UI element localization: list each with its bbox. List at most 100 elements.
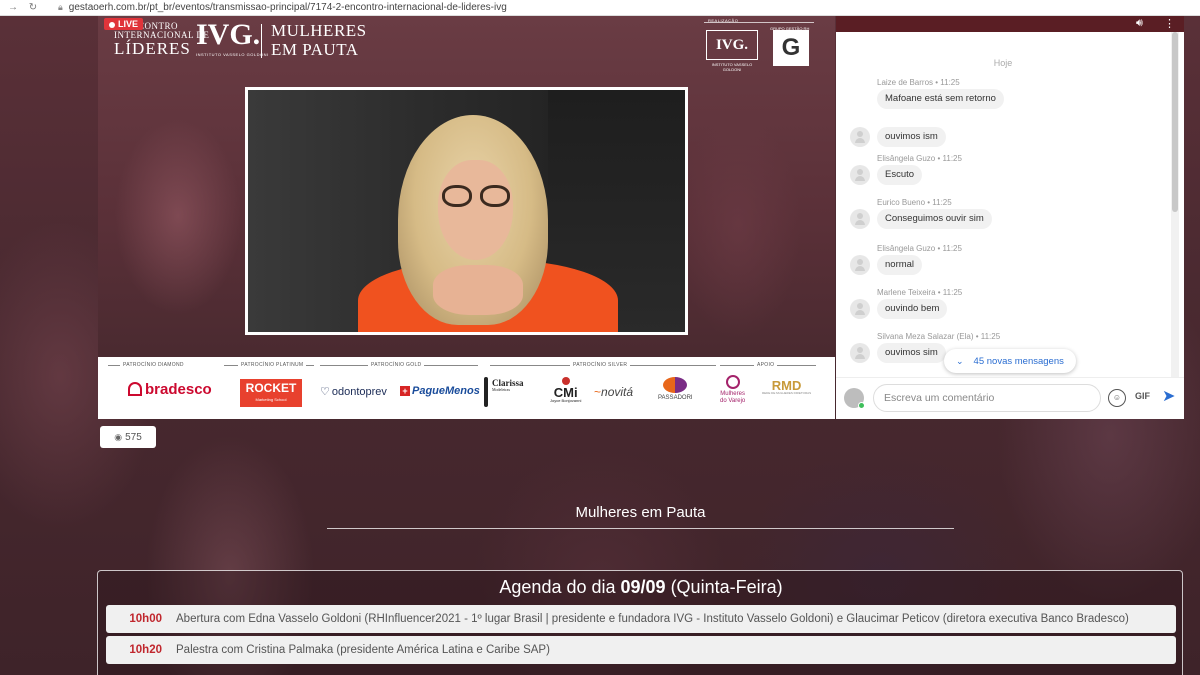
rmd-sub: REDE DE MULHERES DIRETORAS xyxy=(762,391,812,395)
ivg-logo-sub: INSTITUTO VASSELO GOLDONI xyxy=(196,52,269,57)
live-label: LIVE xyxy=(118,19,139,29)
chat-message-author: Marlene Teixeira • 11:25 xyxy=(877,288,963,297)
chat-message-list[interactable]: Hoje Laize de Barros • 11:25 Mafoane está… xyxy=(836,32,1170,377)
sponsor-cat-silver: PATROCÍNIO SILVER xyxy=(570,362,631,368)
chat-message[interactable]: ouvimos ism xyxy=(850,126,1170,148)
passadori-logo: PASSADORI xyxy=(658,377,693,402)
tooth-icon: ♡ xyxy=(320,386,330,398)
agenda-title-prefix: Agenda do dia xyxy=(499,577,621,597)
new-messages-button[interactable]: ⌄ 45 novas mensagens xyxy=(944,349,1076,373)
chat-message[interactable]: Eurico Bueno • 11:25 Conseguimos ouvir si… xyxy=(850,198,1170,230)
chat-message-bubble: Conseguimos ouvir sim xyxy=(877,209,992,229)
chat-composer: ☺ GIF ➤ xyxy=(836,377,1184,419)
paguemenos-text: PagueMenos xyxy=(412,385,480,397)
rocket-logo: ROCKET Marketing School xyxy=(240,379,302,407)
agenda-item-desc: Palestra com Cristina Palmaka (president… xyxy=(176,644,550,656)
chat-message[interactable]: Laize de Barros • 11:25 Mafoane está sem … xyxy=(850,78,1170,110)
gif-button[interactable]: GIF xyxy=(1135,391,1150,401)
sponsors-bar: PATROCÍNIO DIAMOND PATROCÍNIO PLATINUM P… xyxy=(98,357,835,419)
cmi-logo: CMi Joyce Bonjovanni xyxy=(550,377,581,403)
novita-logo: ~novitá xyxy=(594,385,633,399)
agenda-box: Agenda do dia 09/09 (Quinta-Feira) 10h00… xyxy=(97,570,1183,675)
agenda-title: Agenda do dia 09/09 (Quinta-Feira) xyxy=(98,577,1184,598)
chat-message-row: normal xyxy=(850,254,1170,276)
speaker-hands xyxy=(433,265,523,315)
bradesco-logo: bradesco xyxy=(128,381,212,398)
viewer-count-badge: ◉ 575 xyxy=(100,426,156,448)
agenda-item-desc: Abertura com Edna Vasselo Goldoni (RHInf… xyxy=(176,613,1129,625)
section-title: Mulheres em Pauta xyxy=(575,504,706,521)
clarissa-logo: Clarissa Modeleiras xyxy=(484,377,524,407)
forward-icon[interactable]: → xyxy=(6,2,20,13)
avatar xyxy=(850,343,870,363)
chat-message-time: • 11:25 xyxy=(973,332,1001,341)
chat-message-time: • 11:25 xyxy=(935,244,962,253)
chat-scrollbar[interactable] xyxy=(1171,32,1179,377)
chat-scrollbar-thumb[interactable] xyxy=(1172,32,1178,212)
more-vertical-icon[interactable]: ⋮ xyxy=(1164,17,1175,30)
chat-message-time: • 11:25 xyxy=(935,154,962,163)
chat-message-time: • 11:25 xyxy=(933,78,960,87)
clarissa-sub: Modeleiras xyxy=(492,387,510,392)
mulheres-varejo-logo: Mulheres do Varejo xyxy=(720,375,745,404)
chat-message-author: Silvana Meza Salazar (Ela) • 11:25 xyxy=(877,332,1001,341)
video-player[interactable]: 2º ENCONTRO INTERNACIONAL DE LÍDERES LIV… xyxy=(98,16,835,419)
passadori-bubble-icon xyxy=(663,377,688,393)
live-badge: LIVE xyxy=(104,18,144,30)
mp-line-1: MULHERES xyxy=(271,21,367,40)
cmi-mark-icon xyxy=(561,377,570,385)
chat-message-row: ouvindo bem xyxy=(850,298,1170,320)
chat-message-author: Laize de Barros • 11:25 xyxy=(877,78,960,87)
chat-message-row: Escuto xyxy=(850,164,1170,186)
pharmacy-cross-icon: + xyxy=(400,386,410,396)
chat-message[interactable]: Elisângela Guzo • 11:25 Escuto xyxy=(850,154,1170,186)
speaker-glasses xyxy=(442,185,512,209)
send-icon[interactable]: ➤ xyxy=(1162,386,1182,408)
chat-message-bubble: normal xyxy=(877,255,923,275)
novita-text: novitá xyxy=(601,385,634,399)
bradesco-tree-icon xyxy=(128,382,142,396)
passadori-text: PASSADORI xyxy=(658,395,693,401)
avatar xyxy=(850,299,870,319)
odontoprev-logo: ♡ odontoprev xyxy=(320,385,387,398)
volume-icon[interactable]: 🔊︎ xyxy=(1136,17,1143,30)
chat-message-author: Eurico Bueno • 11:25 xyxy=(877,198,952,207)
bradesco-text: bradesco xyxy=(145,381,212,398)
lock-icon[interactable]: 🔒︎ xyxy=(58,2,63,13)
speaker-face xyxy=(438,160,513,260)
agenda-item-time: 10h00 xyxy=(129,613,162,625)
video-frame[interactable]: 2º ENCONTRO INTERNACIONAL DE LÍDERES LIV… xyxy=(98,16,835,357)
viewer-count: 575 xyxy=(125,432,142,443)
agenda-item-time: 10h20 xyxy=(129,644,162,656)
clarissa-figure-icon xyxy=(484,377,488,407)
chat-message-time: • 11:25 xyxy=(935,288,963,297)
ivg-box-logo: IVG. xyxy=(706,30,758,60)
novita-swoosh-icon: ~ xyxy=(594,385,602,399)
chat-message[interactable]: Marlene Teixeira • 11:25 ouvindo bem xyxy=(850,288,1170,320)
avatar xyxy=(850,165,870,185)
agenda-title-date: 09/09 xyxy=(620,577,666,597)
user-avatar xyxy=(844,388,865,409)
url-text[interactable]: gestaoerh.com.br/pt_br/eventos/transmiss… xyxy=(69,2,507,13)
sponsor-cat-diamond: PATROCÍNIO DIAMOND xyxy=(120,362,187,368)
chat-message-author: Elisângela Guzo • 11:25 xyxy=(877,244,962,253)
chat-message-bubble: ouvimos ism xyxy=(877,127,946,147)
agenda-item[interactable]: 10h00 Abertura com Edna Vasselo Goldoni … xyxy=(106,605,1176,633)
reload-icon[interactable]: ↻ xyxy=(26,2,40,13)
chat-panel: 🔊︎ ⋮ Hoje Laize de Barros • 11:25 Mafoane… xyxy=(836,16,1184,419)
mulheres-varejo-icon xyxy=(725,375,740,389)
chat-message-bubble: Escuto xyxy=(877,165,923,185)
rocket-sub: Marketing School xyxy=(255,397,287,402)
chat-message-bubble: ouvindo bem xyxy=(877,299,948,319)
new-messages-label: 45 novas mensagens xyxy=(973,356,1064,367)
chat-message[interactable]: Elisângela Guzo • 11:25 normal xyxy=(850,244,1170,276)
agenda-item[interactable]: 10h20 Palestra com Cristina Palmaka (pre… xyxy=(106,636,1176,664)
section-divider xyxy=(327,528,954,529)
chat-message-bubble: Mafoane está sem retorno xyxy=(877,89,1004,109)
chat-message-row: ouvimos ism xyxy=(850,126,1170,148)
chat-message-author: Elisângela Guzo • 11:25 xyxy=(877,154,962,163)
eye-icon: ◉ xyxy=(114,432,123,442)
comment-input[interactable] xyxy=(873,384,1101,412)
speaker-video[interactable] xyxy=(245,87,688,335)
emoji-icon[interactable]: ☺ xyxy=(1108,389,1126,407)
